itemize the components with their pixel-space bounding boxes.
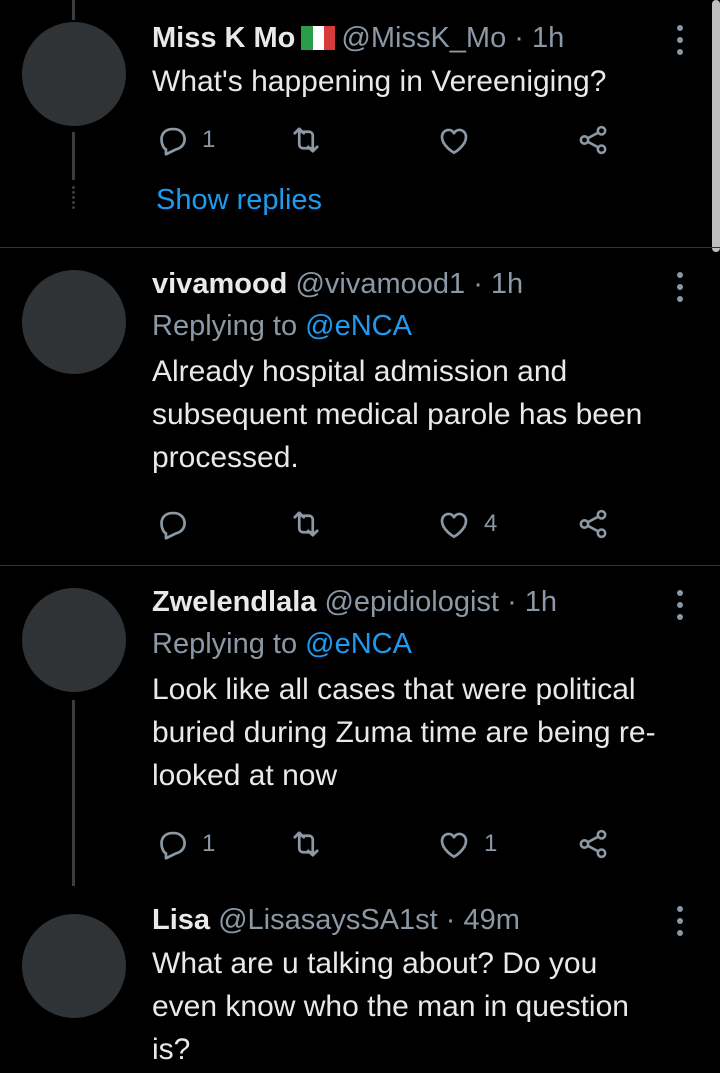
- retweet-icon: [293, 831, 319, 857]
- share-button[interactable]: [576, 120, 610, 160]
- reply-button[interactable]: [154, 504, 202, 544]
- separator: ·: [445, 904, 456, 936]
- tweet[interactable]: vivamood @vivamood1 · 1h Replying to @eN…: [0, 248, 720, 566]
- user-handle[interactable]: @epidiologist: [324, 586, 499, 618]
- tweet-header: Miss K Mo @MissK_Mo · 1h: [152, 18, 660, 58]
- tweet-text: What's happening in Vereeniging?: [152, 65, 607, 98]
- retweet-button[interactable]: [288, 824, 324, 864]
- tweet[interactable]: Miss K Mo @MissK_Mo · 1h What's happening…: [0, 0, 720, 248]
- display-name[interactable]: vivamood: [152, 268, 287, 300]
- user-handle[interactable]: @MissK_Mo: [341, 22, 506, 54]
- tweet-text: What are u talking about? Do you even kn…: [152, 947, 629, 1066]
- tweet-thread: Miss K Mo @MissK_Mo · 1h What's happening…: [0, 0, 720, 1073]
- mention-link[interactable]: @eNCA: [305, 310, 412, 342]
- retweet-icon: [293, 511, 319, 537]
- retweet-button[interactable]: [288, 504, 324, 544]
- tweet-header: Lisa @LisasaysSA1st · 49m: [152, 900, 660, 940]
- replying-to: Replying to @eNCA: [152, 622, 660, 666]
- like-icon: [440, 128, 468, 155]
- replying-prefix: Replying to: [152, 310, 298, 342]
- reply-icon: [160, 511, 186, 540]
- timestamp[interactable]: 1h: [532, 22, 564, 54]
- tweet[interactable]: Zwelendlala @epidiologist · 1h Replying …: [0, 566, 720, 886]
- user-handle[interactable]: @LisasaysSA1st: [218, 904, 438, 936]
- replying-prefix: Replying to: [152, 628, 298, 660]
- avatar[interactable]: [22, 22, 126, 126]
- replying-to: Replying to @eNCA: [152, 304, 660, 348]
- italy-flag-icon: [301, 26, 336, 50]
- like-icon: [440, 512, 468, 539]
- more-options-icon[interactable]: [670, 25, 690, 55]
- share-button[interactable]: [576, 504, 610, 544]
- reply-icon: [160, 127, 186, 156]
- avatar[interactable]: [22, 914, 126, 1018]
- tweet-text: Look like all cases that were political …: [152, 673, 656, 792]
- more-options-icon[interactable]: [670, 906, 690, 936]
- tweet-header: Zwelendlala @epidiologist · 1h: [152, 582, 660, 622]
- tweet-header: vivamood @vivamood1 · 1h: [152, 264, 660, 304]
- reply-button[interactable]: 1: [154, 824, 215, 864]
- more-options-icon[interactable]: [670, 590, 690, 620]
- retweet-button[interactable]: [288, 120, 324, 160]
- tweet[interactable]: Lisa @LisasaysSA1st · 49m What are u tal…: [0, 886, 720, 1073]
- mention-link[interactable]: @eNCA: [305, 628, 412, 660]
- separator: ·: [514, 22, 524, 54]
- share-icon: [579, 829, 607, 859]
- thread-line: [72, 700, 75, 886]
- timestamp[interactable]: 49m: [464, 904, 520, 936]
- like-button[interactable]: [436, 120, 472, 160]
- like-icon: [440, 832, 468, 859]
- share-button[interactable]: [576, 824, 610, 864]
- like-button[interactable]: 4: [436, 504, 497, 544]
- reply-button[interactable]: 1: [154, 120, 215, 160]
- thread-line: [72, 132, 75, 180]
- retweet-icon: [293, 127, 319, 153]
- thread-dots: [71, 186, 76, 209]
- separator: ·: [473, 268, 483, 300]
- tweet-text: Already hospital admission and subsequen…: [152, 355, 643, 474]
- timestamp[interactable]: 1h: [491, 268, 523, 300]
- like-button[interactable]: 1: [436, 824, 497, 864]
- like-count: 1: [484, 830, 498, 857]
- more-options-icon[interactable]: [670, 272, 690, 302]
- like-count: 4: [484, 510, 498, 537]
- avatar[interactable]: [22, 270, 126, 374]
- share-icon: [579, 509, 607, 539]
- timestamp[interactable]: 1h: [525, 586, 557, 618]
- display-name[interactable]: Lisa: [152, 904, 210, 936]
- display-name[interactable]: Miss K Mo: [152, 22, 295, 54]
- share-icon: [579, 125, 607, 155]
- reply-icon: [160, 831, 186, 860]
- reply-count: 1: [202, 830, 216, 857]
- show-replies-link[interactable]: Show replies: [156, 184, 322, 217]
- avatar[interactable]: [22, 588, 126, 692]
- display-name[interactable]: Zwelendlala: [152, 586, 316, 618]
- separator: ·: [507, 586, 517, 618]
- thread-line: [72, 0, 75, 20]
- reply-count: 1: [202, 126, 216, 153]
- user-handle[interactable]: @vivamood1: [295, 268, 465, 300]
